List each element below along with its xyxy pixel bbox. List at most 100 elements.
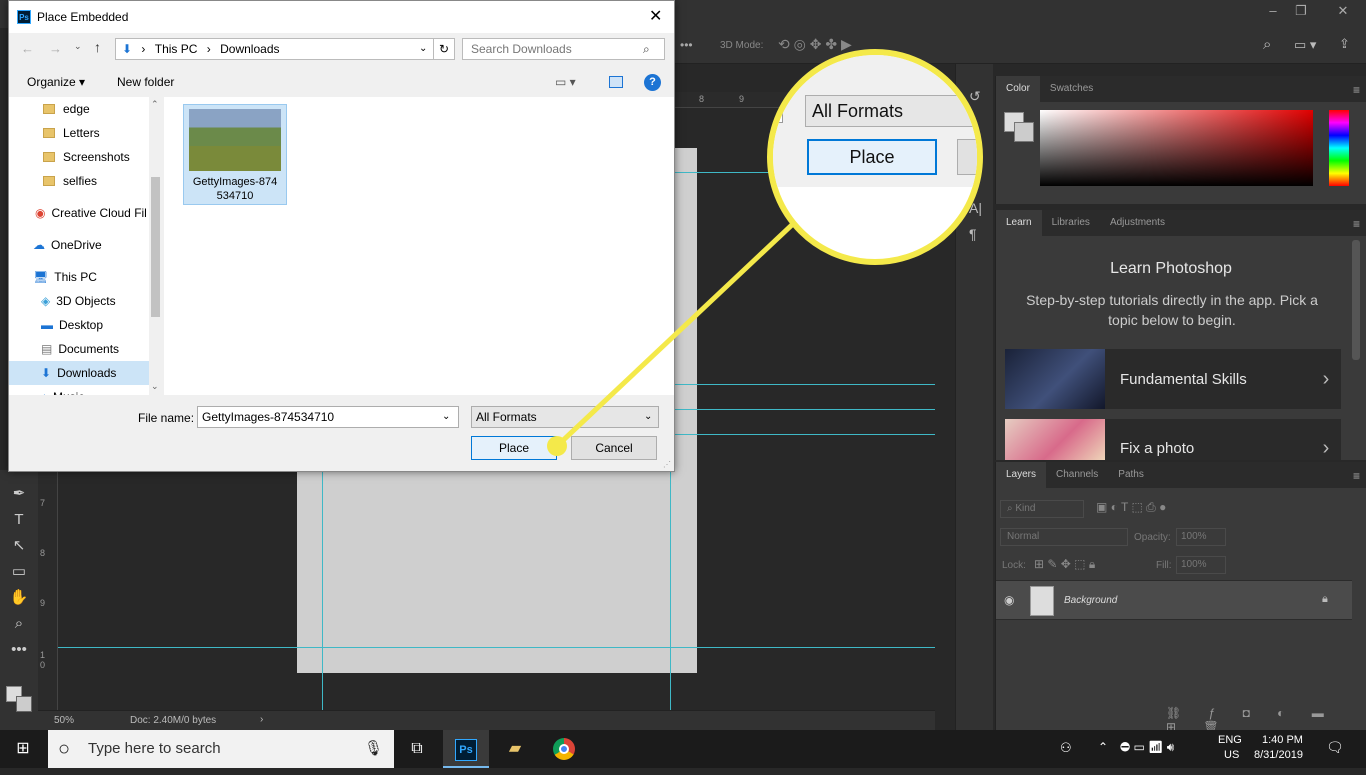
chevron-down-icon[interactable]: ⌄ — [74, 41, 82, 52]
address-bar[interactable]: ⬇ › This PC › Downloads ⌄ — [115, 38, 435, 60]
zoom-tool-icon[interactable]: ⌕ — [0, 612, 38, 636]
panel-menu-icon[interactable]: ≡ — [1353, 83, 1360, 97]
clock-date[interactable]: 8/31/2019 — [1254, 749, 1303, 761]
cancel-button[interactable]: Cancel — [571, 436, 657, 460]
fill-field[interactable]: 100% — [1176, 556, 1226, 574]
scroll-up-icon[interactable]: ⌃ — [151, 99, 159, 110]
nav-item-documents[interactable]: ▤ Documents — [9, 337, 149, 361]
close-icon[interactable]: ✕ — [649, 1, 662, 33]
tab-paths[interactable]: Paths — [1108, 462, 1154, 488]
path-select-icon[interactable]: ↖ — [0, 534, 38, 558]
search-icon[interactable]: ⌕ — [1263, 36, 1271, 53]
format-select[interactable]: All Formats ⌄ — [471, 406, 659, 428]
layer-name[interactable]: Background — [1064, 595, 1117, 606]
search-input[interactable]: Search Downloads ⌕ — [462, 38, 665, 60]
zoom-level[interactable]: 50% — [54, 715, 74, 726]
scrollbar[interactable] — [1352, 240, 1360, 360]
tab-layers[interactable]: Layers — [996, 462, 1047, 488]
nav-item-downloads[interactable]: ⬇ Downloads — [9, 361, 149, 385]
nav-item-screenshots[interactable]: Screenshots — [9, 145, 149, 169]
view-options-icon[interactable]: ▭ ▾ — [555, 67, 576, 97]
minimize-icon[interactable]: – — [1262, 2, 1284, 20]
file-item[interactable]: GettyImages-874 534710 — [183, 104, 287, 205]
hand-tool-icon[interactable]: ✋ — [0, 586, 38, 610]
chevron-down-icon[interactable]: ⌄ — [442, 407, 450, 427]
photoshop-taskbar-icon[interactable]: Ps — [443, 730, 489, 768]
tab-color[interactable]: Color — [996, 76, 1040, 102]
nav-scrollbar[interactable]: ⌃ ⌄ — [149, 97, 162, 395]
breadcrumb-thispc[interactable]: This PC — [149, 42, 204, 56]
layer-row[interactable]: ◉ Background 🔒︎ — [996, 580, 1352, 620]
help-icon[interactable]: ? — [644, 74, 661, 91]
restore-icon[interactable]: ❐ — [1290, 2, 1312, 20]
nav-item-letters[interactable]: Letters — [9, 121, 149, 145]
nav-item-edge[interactable]: edge — [9, 97, 149, 121]
more-icon[interactable]: ••• — [680, 38, 693, 52]
action-center-icon[interactable]: 🗨︎ — [1326, 739, 1344, 756]
resize-grip-icon[interactable]: ⋰ — [663, 460, 671, 469]
chevron-up-icon[interactable]: ⌃ — [1098, 740, 1108, 754]
close-icon[interactable]: ✕ — [1328, 2, 1358, 20]
paragraph-icon[interactable]: ¶ — [969, 226, 977, 242]
blend-mode-select[interactable]: Normal — [1000, 528, 1128, 546]
forward-arrow-icon[interactable]: → — [49, 41, 62, 56]
share-icon[interactable]: ⇪ — [1339, 36, 1350, 52]
microphone-icon[interactable]: 🎙︎ — [364, 730, 383, 768]
place-button[interactable]: Place — [471, 436, 557, 460]
taskbar-search[interactable]: ○ Type here to search 🎙︎ — [48, 730, 394, 768]
file-name-input[interactable]: GettyImages-874534710 ⌄ — [197, 406, 459, 428]
up-arrow-icon[interactable]: ↑ — [94, 39, 101, 55]
pen-tool-icon[interactable]: ✒ — [0, 482, 38, 506]
file-explorer-icon[interactable]: ▰ — [492, 730, 538, 768]
nav-item-this-pc[interactable]: 🖥︎ This PC — [9, 265, 149, 289]
eye-icon[interactable]: ◉ — [1004, 593, 1014, 607]
chevron-down-icon[interactable]: ⌄ — [419, 39, 427, 59]
organize-button[interactable]: Organize ▾ — [27, 67, 85, 97]
opacity-field[interactable]: 100% — [1176, 528, 1226, 546]
background-color-icon[interactable] — [16, 696, 32, 712]
back-arrow-icon[interactable]: ← — [21, 41, 34, 56]
scroll-thumb[interactable] — [151, 177, 160, 317]
workspace-icon[interactable]: ▭ ▾ — [1294, 37, 1316, 53]
preview-pane-icon[interactable] — [609, 76, 623, 88]
nav-item-3d-objects[interactable]: ◈ 3D Objects — [9, 289, 149, 313]
system-tray-icons[interactable]: ⛔︎ ▭ 📶︎ 🔊︎ — [1120, 740, 1174, 755]
more-tools-icon[interactable]: ••• — [0, 638, 38, 662]
3d-orbit-icon[interactable]: ⟲ ◎ ✥ ✤ ▶ — [778, 36, 852, 53]
tab-libraries[interactable]: Libraries — [1042, 210, 1100, 236]
lock-icons[interactable]: ⊞ ✎ ✥ ⬚ 🔒︎ — [1034, 557, 1095, 572]
scroll-down-icon[interactable]: ⌄ — [151, 381, 159, 392]
tab-learn[interactable]: Learn — [996, 210, 1042, 236]
panel-menu-icon[interactable]: ≡ — [1353, 217, 1360, 231]
refresh-icon[interactable]: ↻ — [433, 38, 455, 60]
learn-card[interactable]: Fundamental Skills › — [1005, 349, 1341, 409]
panel-menu-icon[interactable]: ≡ — [1353, 469, 1360, 483]
nav-item-creative-cloud[interactable]: ◉ Creative Cloud Fil — [9, 201, 149, 225]
breadcrumb-downloads[interactable]: Downloads — [214, 42, 285, 56]
hue-slider[interactable] — [1329, 110, 1349, 186]
kind-filter[interactable]: ⌕ Kind — [1000, 500, 1084, 518]
learn-card[interactable]: Fix a photo › — [1005, 419, 1341, 460]
nav-item-desktop[interactable]: ▬ Desktop — [9, 313, 149, 337]
tab-swatches[interactable]: Swatches — [1040, 76, 1103, 102]
clock-time[interactable]: 1:40 PM — [1262, 734, 1303, 746]
tab-channels[interactable]: Channels — [1046, 462, 1108, 488]
new-folder-button[interactable]: New folder — [117, 67, 174, 97]
tab-adjustments[interactable]: Adjustments — [1100, 210, 1175, 236]
color-field[interactable] — [1040, 110, 1313, 186]
type-tool-icon[interactable]: T — [0, 508, 38, 532]
lock-icon[interactable]: 🔒︎ — [1322, 593, 1328, 606]
nav-item-selfies[interactable]: selfies — [9, 169, 149, 193]
chrome-icon[interactable] — [541, 730, 587, 768]
nav-item-music[interactable]: ♪ Music — [9, 385, 149, 395]
people-icon[interactable]: ⚇ — [1060, 740, 1072, 756]
bg-swatch[interactable] — [1014, 122, 1034, 142]
chevron-right-icon[interactable]: › — [260, 714, 263, 725]
nav-item-onedrive[interactable]: ☁ OneDrive — [9, 233, 149, 257]
task-view-icon[interactable]: ⧉ — [394, 730, 440, 768]
filter-icons[interactable]: ▣ ◐ T ⬚ ⎙ ● — [1096, 500, 1166, 515]
rectangle-tool-icon[interactable]: ▭ — [0, 560, 38, 584]
windows-start-icon[interactable]: ⊞ — [0, 730, 46, 768]
language-line2[interactable]: US — [1224, 749, 1239, 761]
language-line1[interactable]: ENG — [1218, 734, 1242, 746]
